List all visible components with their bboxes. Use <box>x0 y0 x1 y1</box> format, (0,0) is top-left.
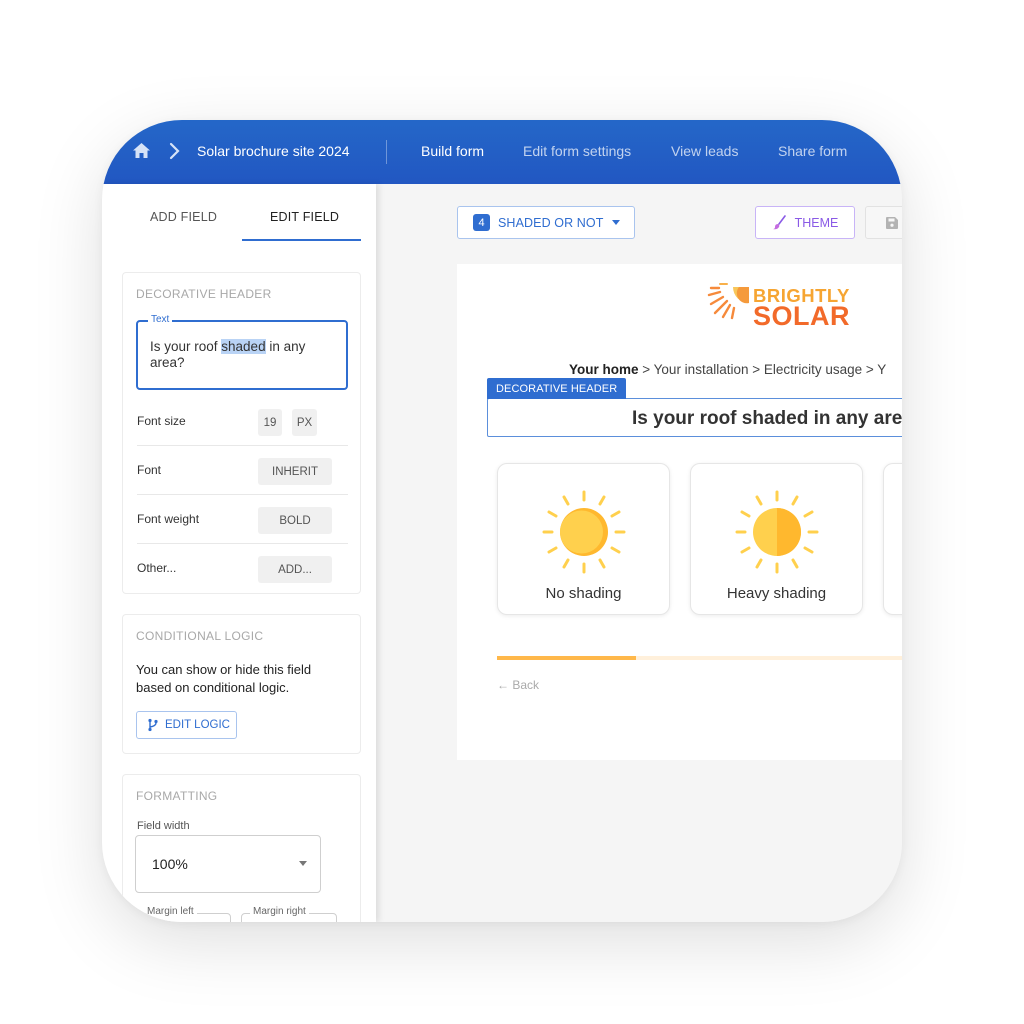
field-width-label: Field width <box>137 820 190 832</box>
step-number-badge: 4 <box>473 214 490 231</box>
font-size-unit[interactable]: PX <box>292 409 317 436</box>
theme-label: THEME <box>794 215 839 230</box>
field-width-select[interactable]: 100% <box>135 835 321 893</box>
nav-build-form[interactable]: Build form <box>421 143 484 159</box>
header-text-input[interactable]: Text Is your roof shaded in any area? <box>136 314 348 390</box>
section-title: CONDITIONAL LOGIC <box>136 629 264 643</box>
decorative-header-section: DECORATIVE HEADER Text Is your roof shad… <box>122 272 361 594</box>
branch-icon <box>148 718 158 732</box>
selected-text: shaded <box>221 339 266 354</box>
form-progress-fill <box>497 656 636 660</box>
conditional-logic-section: CONDITIONAL LOGIC You can show or hide t… <box>122 614 361 754</box>
font-size-row: Font size 19 PX <box>137 397 348 446</box>
back-link[interactable]: ← Back <box>497 678 539 692</box>
field-editor-panel: ADD FIELD EDIT FIELD DECORATIVE HEADER T… <box>102 184 376 922</box>
step-label: SHADED OR NOT <box>498 215 604 230</box>
form-progress-bar <box>497 656 902 660</box>
half-shaded-sun-icon <box>735 490 819 574</box>
font-label: Font <box>137 463 162 477</box>
add-property-button[interactable]: ADD... <box>258 556 332 583</box>
tab-edit-field[interactable]: EDIT FIELD <box>270 210 339 224</box>
theme-button[interactable]: THEME <box>755 206 855 239</box>
form-canvas: BRIGHTLY SOLAR Your home > Your installa… <box>457 264 902 760</box>
current-step-crumb: Your home <box>569 362 639 377</box>
field-type-tag: DECORATIVE HEADER <box>487 378 627 399</box>
nav-view-leads[interactable]: View leads <box>671 143 738 159</box>
section-title: FORMATTING <box>136 789 218 803</box>
logic-description: You can show or hide this field based on… <box>136 662 312 695</box>
font-select[interactable]: INHERIT <box>258 458 332 485</box>
margin-left-input[interactable]: Margin left <box>135 906 231 922</box>
choice-label: No shading <box>545 585 622 602</box>
margin-left-label: Margin left <box>144 906 197 917</box>
brightly-solar-logo: BRIGHTLY SOLAR <box>705 282 850 332</box>
top-nav-bar: Solar brochure site 2024 Build form Edit… <box>102 120 902 184</box>
choice-label: Heavy shading <box>726 585 827 602</box>
other-label: Other... <box>137 561 177 575</box>
edit-logic-label: EDIT LOGIC <box>165 719 230 731</box>
sun-icon <box>542 490 626 574</box>
font-row: Font INHERIT <box>137 446 348 495</box>
form-preview-area: 4 SHADED OR NOT THEME BRIGHTLY SOLAR You… <box>376 184 902 922</box>
section-title: DECORATIVE HEADER <box>136 287 272 301</box>
tab-add-field[interactable]: ADD FIELD <box>150 210 217 224</box>
step-selector[interactable]: 4 SHADED OR NOT <box>457 206 635 239</box>
nav-edit-form-settings[interactable]: Edit form settings <box>523 143 631 159</box>
text-field-label: Text <box>148 314 173 325</box>
logo-sun-icon <box>707 283 749 320</box>
caret-down-icon <box>299 861 307 866</box>
nav-divider <box>386 140 387 164</box>
decorative-header-field[interactable]: DECORATIVE HEADER Is your roof shaded in… <box>487 378 902 437</box>
paintbrush-icon <box>772 215 786 230</box>
font-size-label: Font size <box>137 414 186 428</box>
save-icon <box>886 217 898 229</box>
logo-text-solar: SOLAR <box>753 301 850 331</box>
font-weight-label: Font weight <box>137 512 200 526</box>
margin-right-input[interactable]: Margin right <box>241 906 337 922</box>
other-row: Other... ADD... <box>137 544 348 593</box>
chevron-right-icon <box>169 142 180 160</box>
font-weight-select[interactable]: BOLD <box>258 507 332 534</box>
breadcrumb-site-name[interactable]: Solar brochure site 2024 <box>197 143 350 159</box>
text-field-value[interactable]: Is your roof shaded in any area? <box>150 339 340 371</box>
form-progress-breadcrumb: Your home > Your installation > Electric… <box>569 362 886 377</box>
edit-logic-button[interactable]: EDIT LOGIC <box>136 711 237 739</box>
panel-tabs: ADD FIELD EDIT FIELD <box>102 184 376 242</box>
header-text: Is your roof shaded in any area? <box>632 408 902 429</box>
save-button[interactable] <box>865 206 902 239</box>
field-width-value: 100% <box>152 856 188 872</box>
choice-card-no-shading[interactable]: No shading <box>497 463 670 615</box>
active-tab-indicator <box>242 239 361 241</box>
margin-right-label: Margin right <box>250 906 309 917</box>
home-icon[interactable] <box>133 143 150 158</box>
formatting-section: FORMATTING Field width 100% Margin left … <box>122 774 361 922</box>
font-weight-row: Font weight BOLD <box>137 495 348 544</box>
choice-card-heavy-shading[interactable]: Heavy shading <box>690 463 863 615</box>
caret-down-icon <box>612 220 621 225</box>
font-size-input[interactable]: 19 <box>258 409 282 436</box>
app-window: Solar brochure site 2024 Build form Edit… <box>102 120 902 922</box>
remaining-steps-crumb: > Your installation > Electricity usage … <box>638 362 887 377</box>
choice-card-partial[interactable] <box>883 463 902 615</box>
nav-share-form[interactable]: Share form <box>778 143 847 159</box>
